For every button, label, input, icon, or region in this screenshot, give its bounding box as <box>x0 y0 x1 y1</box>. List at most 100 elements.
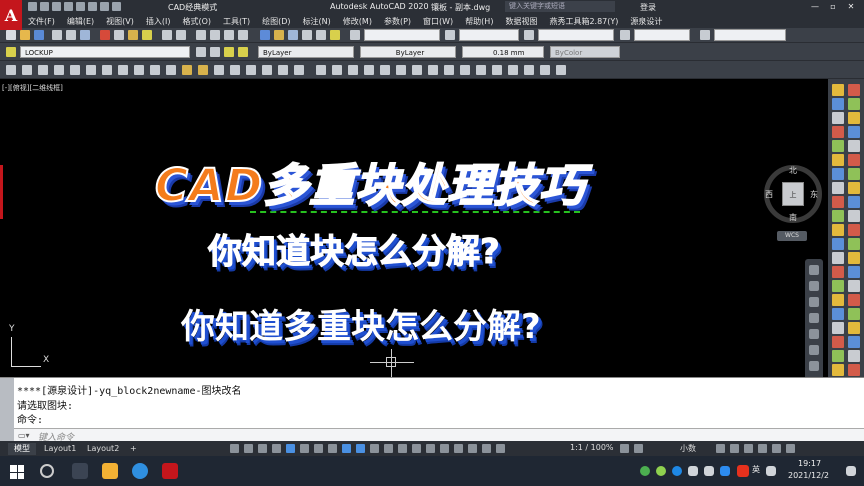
annotation-visibility-icon[interactable] <box>468 444 477 453</box>
palette-tool-icon[interactable] <box>848 98 860 110</box>
palette-tool-icon[interactable] <box>848 350 860 362</box>
menu-format[interactable]: 格式(O) <box>176 16 217 27</box>
autocad-logo[interactable]: A <box>0 0 22 30</box>
palette-tool-icon[interactable] <box>832 294 844 306</box>
extend-icon[interactable] <box>476 65 486 75</box>
rectangle-icon[interactable] <box>70 65 80 75</box>
isolate-objects-icon[interactable] <box>744 444 753 453</box>
offset-icon[interactable] <box>364 65 374 75</box>
sheetset-icon[interactable] <box>302 30 312 40</box>
polyline-icon[interactable] <box>38 65 48 75</box>
circle-icon[interactable] <box>102 65 112 75</box>
palette-tool-icon[interactable] <box>848 308 860 320</box>
palette-tool-icon[interactable] <box>832 126 844 138</box>
3d-osnap-icon[interactable] <box>412 444 421 453</box>
showmotion-icon[interactable] <box>809 329 819 339</box>
tray-app-icon[interactable] <box>688 466 698 476</box>
xline-icon[interactable] <box>22 65 32 75</box>
zoom-extents-icon[interactable] <box>809 297 819 307</box>
properties-icon[interactable] <box>260 30 270 40</box>
autoscale-icon[interactable] <box>482 444 491 453</box>
quick-properties-icon[interactable] <box>716 444 725 453</box>
ortho-icon[interactable] <box>300 444 309 453</box>
menu-modify[interactable]: 修改(M) <box>337 16 378 27</box>
lock-ui-icon[interactable] <box>730 444 739 453</box>
line-icon[interactable] <box>6 65 16 75</box>
palette-tool-icon[interactable] <box>832 364 844 376</box>
wcs-menu[interactable]: WCS <box>777 231 807 241</box>
file-explorer-icon[interactable] <box>102 463 118 479</box>
palette-tool-icon[interactable] <box>832 84 844 96</box>
annotation-scale-icon[interactable] <box>496 444 505 453</box>
palette-tool-icon[interactable] <box>832 336 844 348</box>
palette-tool-icon[interactable] <box>848 280 860 292</box>
viewcube-south[interactable]: 南 <box>789 212 797 223</box>
layer-state-icon[interactable] <box>224 47 234 57</box>
selection-cycling-icon[interactable] <box>398 444 407 453</box>
mirror-icon[interactable] <box>348 65 358 75</box>
palette-tool-icon[interactable] <box>848 210 860 222</box>
palette-tool-icon[interactable] <box>848 126 860 138</box>
viewcube-face[interactable]: 上 <box>782 182 804 206</box>
redo-icon[interactable] <box>100 2 109 11</box>
lineweight-icon[interactable] <box>370 444 379 453</box>
mtext-icon[interactable] <box>294 65 304 75</box>
clock-time[interactable]: 19:17 <box>798 459 821 468</box>
calculator-icon[interactable] <box>330 30 340 40</box>
palette-tool-icon[interactable] <box>848 266 860 278</box>
visual-style-combo[interactable] <box>714 29 786 41</box>
save-icon[interactable] <box>34 30 44 40</box>
viewport-label[interactable]: [-][俯视][二维线框] <box>2 83 63 93</box>
otrack-icon[interactable] <box>342 444 351 453</box>
array-icon[interactable] <box>380 65 390 75</box>
menu-dimension[interactable]: 标注(N) <box>297 16 337 27</box>
palette-tool-icon[interactable] <box>832 98 844 110</box>
palette-tool-icon[interactable] <box>848 322 860 334</box>
autocad-taskbar-icon[interactable] <box>162 463 178 479</box>
annotation-monitor-icon[interactable] <box>634 444 643 453</box>
tab-layout1[interactable]: Layout1 <box>38 443 82 455</box>
menu-yuanquan[interactable]: 源泉设计 <box>624 16 668 27</box>
tray-app-icon[interactable] <box>656 466 666 476</box>
palette-tool-icon[interactable] <box>832 182 844 194</box>
workspace-select[interactable]: CAD经典模式 <box>168 2 217 13</box>
palette-tool-icon[interactable] <box>848 168 860 180</box>
menu-insert[interactable]: 插入(I) <box>140 16 177 27</box>
designcenter-icon[interactable] <box>274 30 284 40</box>
palette-tool-icon[interactable] <box>832 196 844 208</box>
new-icon[interactable] <box>28 2 37 11</box>
new-icon[interactable] <box>6 30 16 40</box>
chamfer-icon[interactable] <box>524 65 534 75</box>
drawing-canvas[interactable]: [-][俯视][二维线框] CAD多重块处理技巧 你知道块怎么分解? 你知道多重… <box>0 79 828 377</box>
menu-window[interactable]: 窗口(W) <box>417 16 459 27</box>
save-icon[interactable] <box>52 2 61 11</box>
palette-tool-icon[interactable] <box>848 140 860 152</box>
pan-icon[interactable] <box>196 30 206 40</box>
undo-icon[interactable] <box>162 30 172 40</box>
viewcube-north[interactable]: 北 <box>789 165 797 176</box>
maximize-button[interactable]: ▫ <box>826 1 840 12</box>
palette-tool-icon[interactable] <box>848 364 860 376</box>
menu-edit[interactable]: 编辑(E) <box>61 16 100 27</box>
tab-layout2[interactable]: Layout2 <box>81 443 125 455</box>
qq-icon[interactable] <box>672 466 682 476</box>
palette-tool-icon[interactable] <box>848 196 860 208</box>
task-view-icon[interactable] <box>72 463 88 479</box>
clean-screen-icon[interactable] <box>772 444 781 453</box>
copy-object-icon[interactable] <box>332 65 342 75</box>
sogou-ime-icon[interactable] <box>737 465 749 477</box>
table-icon[interactable] <box>278 65 288 75</box>
network-icon[interactable] <box>766 466 776 476</box>
search-icon[interactable] <box>40 464 54 478</box>
menu-file[interactable]: 文件(F) <box>22 16 61 27</box>
join-icon[interactable] <box>508 65 518 75</box>
layer-walk-icon[interactable] <box>238 47 248 57</box>
spline-icon[interactable] <box>134 65 144 75</box>
menu-tools[interactable]: 工具(T) <box>217 16 256 27</box>
mleader-style-combo[interactable] <box>634 29 690 41</box>
fillet-icon[interactable] <box>540 65 550 75</box>
arc-icon[interactable] <box>86 65 96 75</box>
make-current-icon[interactable] <box>196 47 206 57</box>
palette-tool-icon[interactable] <box>848 182 860 194</box>
insert-block-icon[interactable] <box>182 65 192 75</box>
